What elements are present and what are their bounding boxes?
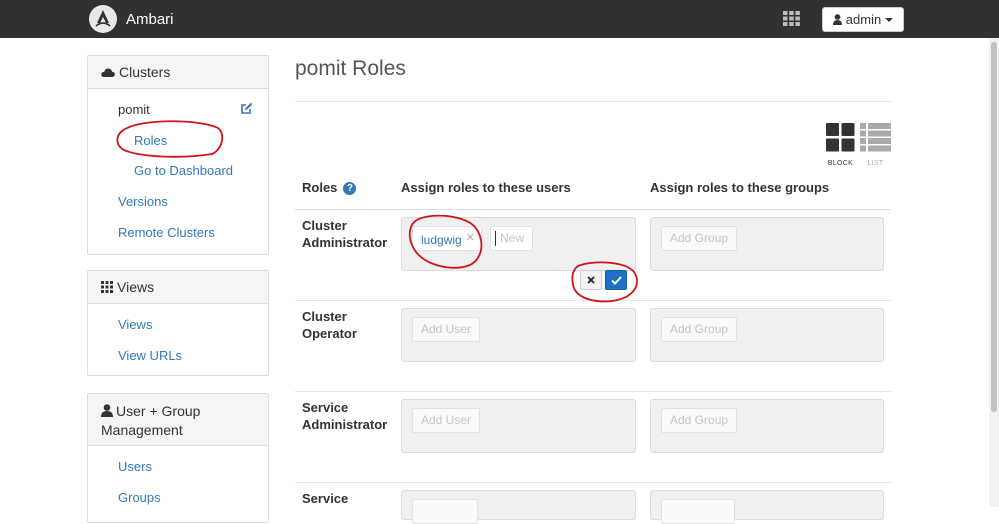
- view-toggle-list-label: LIST: [867, 160, 884, 167]
- help-icon[interactable]: ?: [343, 182, 357, 195]
- groups-tag-input[interactable]: Add Group: [650, 217, 884, 271]
- page-title: pomit Roles: [295, 57, 406, 80]
- scrollbar-thumb[interactable]: [991, 42, 997, 412]
- add-group-placeholder: [661, 499, 735, 524]
- row-divider: [295, 300, 891, 301]
- sidebar-item-view-urls[interactable]: View URLs: [118, 348, 182, 363]
- column-header-roles-label: Roles: [302, 180, 338, 195]
- role-name-line1: Cluster: [302, 218, 347, 233]
- add-group-placeholder: Add Group: [661, 226, 738, 251]
- view-toggle-block-label: BLOCK: [827, 160, 854, 167]
- user-tag[interactable]: ludgwig ✕: [412, 226, 482, 251]
- view-toggle-list[interactable]: LIST: [860, 123, 891, 167]
- sidebar-item-go-to-dashboard[interactable]: Go to Dashboard: [134, 163, 233, 178]
- header-divider: [295, 209, 891, 210]
- users-tag-input[interactable]: ludgwig ✕ New: [401, 217, 636, 271]
- role-name-line1: Service: [302, 491, 349, 506]
- views-panel-header: Views: [88, 271, 268, 304]
- confirm-button[interactable]: [605, 270, 627, 290]
- ambari-logo-icon: [89, 5, 117, 33]
- users-tag-input[interactable]: [401, 490, 636, 524]
- sidebar-item-groups[interactable]: Groups: [118, 490, 161, 505]
- clusters-heading: Clusters: [119, 64, 171, 80]
- brand[interactable]: Ambari: [89, 5, 174, 33]
- add-user-placeholder: Add User: [412, 408, 481, 433]
- user-icon: [101, 404, 113, 417]
- user-group-heading-line1: User + Group: [116, 403, 201, 419]
- role-name-line2: Operator: [302, 326, 357, 341]
- top-navbar: Ambari admin: [0, 0, 999, 38]
- cloud-icon: [101, 68, 115, 77]
- row-divider: [295, 391, 891, 392]
- column-header-users: Assign roles to these users: [401, 180, 571, 195]
- add-group-placeholder: Add Group: [661, 408, 738, 433]
- groups-tag-input[interactable]: [650, 490, 884, 524]
- sidebar-item-remote-clusters[interactable]: Remote Clusters: [118, 225, 215, 240]
- views-panel: Views Views View URLs: [87, 270, 269, 376]
- grid-icon: [101, 281, 113, 293]
- sidebar-item-views[interactable]: Views: [118, 317, 152, 332]
- users-tag-input[interactable]: Add User: [401, 308, 636, 362]
- add-user-placeholder: Add User: [412, 317, 481, 342]
- edit-icon[interactable]: [240, 102, 253, 120]
- role-name-service-administrator: Service Administrator: [302, 399, 397, 433]
- confirm-check-icon: [610, 275, 622, 285]
- cluster-name: pomit: [118, 102, 150, 117]
- user-icon: [832, 14, 842, 25]
- brand-name: Ambari: [126, 10, 174, 28]
- user-menu-label: admin: [845, 12, 882, 27]
- role-name-line1: Cluster: [302, 309, 347, 324]
- user-group-heading-line2: Management: [101, 422, 183, 438]
- column-header-groups: Assign roles to these groups: [650, 180, 830, 195]
- sidebar-item-roles[interactable]: Roles: [134, 133, 167, 148]
- add-user-placeholder: [412, 499, 478, 524]
- role-name-cluster-administrator: Cluster Administrator: [302, 217, 397, 251]
- new-user-input[interactable]: New: [490, 226, 533, 251]
- role-name-line1: Service: [302, 400, 349, 415]
- user-tag-label: ludgwig: [421, 233, 462, 247]
- clusters-panel: Clusters pomit Roles Go to Dashboard Ver…: [87, 55, 269, 255]
- user-menu-button[interactable]: admin: [822, 7, 904, 32]
- column-header-roles: Roles?: [302, 180, 357, 195]
- cancel-button[interactable]: [580, 270, 602, 290]
- users-tag-input[interactable]: Add User: [401, 399, 636, 453]
- chevron-down-icon: [885, 17, 894, 22]
- user-group-panel: User + Group Management Users Groups: [87, 393, 269, 523]
- role-name-line2: Administrator: [302, 235, 388, 250]
- page-scrollbar[interactable]: [989, 38, 999, 507]
- title-divider: [295, 101, 891, 102]
- groups-tag-input[interactable]: Add Group: [650, 308, 884, 362]
- new-user-placeholder: New: [500, 231, 525, 245]
- role-name-cluster-operator: Cluster Operator: [302, 308, 397, 342]
- block-view-icon: [826, 123, 855, 152]
- apps-grid-icon[interactable]: [783, 11, 800, 26]
- view-toggle-block[interactable]: BLOCK: [826, 123, 855, 167]
- list-view-icon: [860, 123, 891, 152]
- clusters-panel-header: Clusters: [88, 56, 268, 89]
- remove-tag-icon[interactable]: ✕: [466, 232, 475, 244]
- groups-tag-input[interactable]: Add Group: [650, 399, 884, 453]
- add-group-placeholder: Add Group: [661, 317, 738, 342]
- cancel-icon: [587, 276, 595, 284]
- user-group-panel-header: User + Group Management: [88, 394, 268, 446]
- sidebar-item-users[interactable]: Users: [118, 459, 152, 474]
- role-name-service: Service: [302, 490, 397, 507]
- views-heading: Views: [117, 279, 155, 295]
- role-name-line2: Administrator: [302, 417, 388, 432]
- sidebar-item-versions[interactable]: Versions: [118, 194, 168, 209]
- text-cursor: [495, 231, 496, 246]
- row-divider: [295, 482, 891, 483]
